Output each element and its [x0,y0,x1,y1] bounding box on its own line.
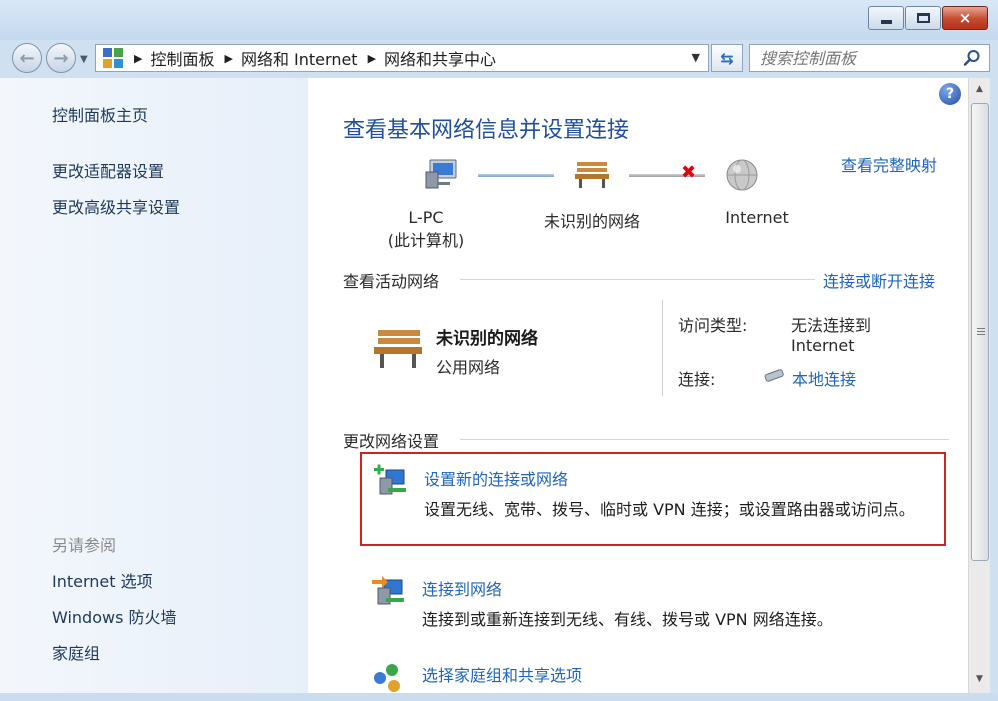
disconnected-icon: ✖ [681,162,697,183]
grip-line [977,328,985,329]
grip-line [977,331,985,332]
control-panel-icon [102,47,124,69]
network-label: 未识别的网络 [543,212,640,231]
refresh-icon: ⇆ [720,48,734,68]
scroll-down-arrow-icon[interactable]: ▼ [969,670,990,688]
section-divider [460,279,815,280]
computer-label: L-PC (此计算机) [382,208,470,251]
refresh-button[interactable]: ⇆ [711,44,743,72]
breadcrumb-separator-icon[interactable]: ▶ [134,52,142,65]
internet-label: Internet [725,208,789,227]
network-type-link[interactable]: 公用网络 [436,354,500,378]
bench-icon [575,162,609,188]
section-divider [460,439,949,440]
address-bar[interactable]: ▶ 控制面板 ▶ 网络和 Internet ▶ 网络和共享中心 ▼ [95,44,709,72]
access-type-label: 访问类型: [678,316,748,335]
window-controls: × [867,6,988,30]
connect-to-network-description: 连接到或重新连接到无线、有线、拨号或 VPN 网络连接。 [422,610,833,629]
homegroup-sharing-link[interactable]: 选择家庭组和共享选项 [422,662,582,686]
search-icon[interactable] [963,49,981,67]
sidebar-item-windows-firewall[interactable]: Windows 防火墙 [52,604,177,628]
homegroup-icon [374,664,400,692]
local-connection-link[interactable]: 本地连接 [792,366,856,390]
view-full-map-link[interactable]: 查看完整映射 [841,152,937,176]
connection-line [478,174,554,177]
new-connection-icon [374,464,406,495]
sidebar: 控制面板主页 更改适配器设置 更改高级共享设置 另请参阅 Internet 选项… [0,78,308,693]
connect-disconnect-link[interactable]: 连接或断开连接 [823,268,935,292]
recent-pages-dropdown[interactable]: ▼ [80,54,88,65]
scroll-up-arrow-icon[interactable]: ▲ [969,80,990,98]
title-bar: × [0,0,998,40]
help-button[interactable]: ? [939,83,961,105]
main-content: ? 查看基本网络信息并设置连接 查看完整映射 ✖ L-PC (此计算机) 未识别… [308,78,968,693]
sidebar-item-advanced-sharing[interactable]: 更改高级共享设置 [52,194,180,218]
setup-new-connection-link[interactable]: 设置新的连接或网络 [424,466,568,490]
access-type-value-line2: Internet [791,336,855,355]
sidebar-item-control-panel-home[interactable]: 控制面板主页 [52,102,148,126]
computer-name: L-PC [408,208,444,227]
breadcrumb-control-panel[interactable]: 控制面板 [150,46,214,70]
search-input[interactable] [760,48,960,68]
connect-network-icon [372,576,404,605]
arrow-left-icon: ← [19,47,35,69]
active-networks-heading: 查看活动网络 [343,272,440,291]
access-type-value-line1: 无法连接到 [791,316,872,335]
address-dropdown-icon[interactable]: ▼ [692,51,700,64]
breadcrumb-separator-icon[interactable]: ▶ [368,52,376,65]
search-box[interactable] [749,44,990,72]
vertical-divider [662,300,663,396]
forward-button[interactable]: → [46,43,76,73]
connect-to-network-link[interactable]: 连接到网络 [422,576,502,600]
computer-icon [425,159,457,189]
close-icon: × [958,9,972,27]
vertical-scrollbar[interactable]: ▲ ▼ [968,78,990,693]
breadcrumb-network-sharing-center[interactable]: 网络和共享中心 [384,46,496,70]
scrollbar-thumb[interactable] [971,103,989,561]
change-settings-heading: 更改网络设置 [343,432,440,451]
minimize-icon [880,19,892,24]
computer-subtitle: (此计算机) [387,231,465,250]
sidebar-item-adapter-settings[interactable]: 更改适配器设置 [52,158,164,182]
active-network-name: 未识别的网络 [436,329,538,349]
breadcrumb-separator-icon[interactable]: ▶ [224,52,232,65]
network-bench-icon[interactable] [372,328,424,370]
help-icon: ? [945,86,955,102]
ethernet-icon [764,369,784,382]
arrow-right-icon: → [53,47,69,69]
maximize-button[interactable] [905,6,941,30]
connections-label: 连接: [678,370,716,389]
task-setup-new-connection[interactable]: 设置新的连接或网络 设置无线、宽带、拨号、临时或 VPN 连接；或设置路由器或访… [360,452,946,546]
close-button[interactable]: × [942,6,988,30]
sidebar-item-internet-options[interactable]: Internet 选项 [52,568,153,592]
see-also-heading: 另请参阅 [52,536,117,555]
globe-icon [726,159,758,191]
minimize-button[interactable] [868,6,904,30]
window-bottom-border [0,693,998,701]
maximize-icon [916,13,930,23]
grip-line [977,334,985,335]
breadcrumb-network-internet[interactable]: 网络和 Internet [241,46,358,70]
setup-new-connection-description: 设置无线、宽带、拨号、临时或 VPN 连接；或设置路由器或访问点。 [424,500,915,519]
page-title: 查看基本网络信息并设置连接 [343,118,630,143]
task-connect-to-network[interactable]: 连接到网络 连接到或重新连接到无线、有线、拨号或 VPN 网络连接。 [360,564,946,634]
sidebar-item-homegroup[interactable]: 家庭组 [52,640,100,664]
navigation-bar: ← → ▼ ▶ 控制面板 ▶ 网络和 Internet ▶ 网络和共享中心 ▼ … [0,40,998,76]
back-button[interactable]: ← [12,43,42,73]
task-homegroup-sharing[interactable]: 选择家庭组和共享选项 [360,650,946,693]
